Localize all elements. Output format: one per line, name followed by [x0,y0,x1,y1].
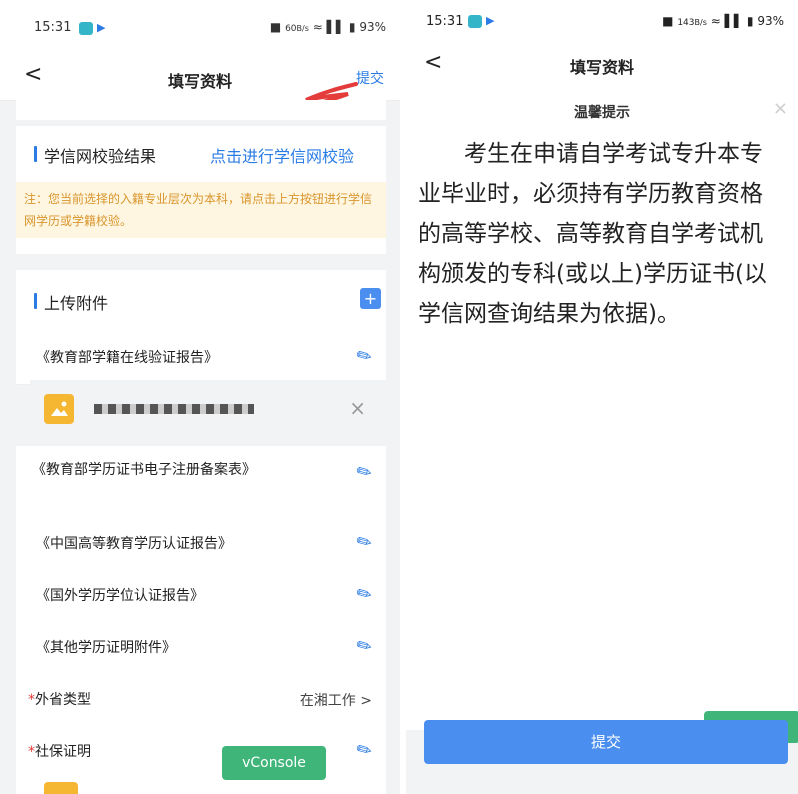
province-type-row[interactable]: *外省类型 在湘工作 > [16,674,386,727]
uploaded-file: × [30,380,386,438]
image-file-icon [44,394,74,424]
app-notification-icon [468,15,482,28]
alarm-icon: ■ [269,20,282,34]
vconsole-button[interactable]: vConsole [222,746,326,780]
xuexin-title: 学信网校验结果 [33,143,156,167]
battery-icon: ▮ [746,14,754,28]
modal-body: 考生在申请自学考试专升本专业毕业时，必须持有学历教育资格的高等学校、高等教育自学… [406,130,798,730]
left-screen: 15:31 ▶ ■ 60B/s ≈ ▌▌ ▮ 93% < 填写资料 提交 学信网… [0,0,400,794]
status-time: 15:31 [426,14,464,29]
notice-text: 考生在申请自学考试专升本专业毕业时，必须持有学历教育资格的高等学校、高等教育自学… [418,141,767,327]
attachment-label: 《教育部学籍在线验证报告》 [36,350,218,366]
remove-file-button[interactable]: × [349,396,366,420]
paperclip-icon[interactable]: ✎ [353,344,377,370]
alarm-icon: ■ [662,14,674,28]
attachment-row[interactable]: 《中国高等教育学历认证报告》 ✎ [16,518,386,571]
upload-title: 上传附件 [33,290,108,314]
filename-redacted [94,404,254,414]
battery-icon: ▮ [348,20,356,34]
signal-icon: ▌▌ [724,14,744,28]
province-type-value: 在湘工作 > [299,693,372,709]
social-insurance-label: 社保证明 [35,744,91,760]
province-type-label: 外省类型 [35,692,91,708]
app-notification-icon [79,22,93,35]
modal-title: 温馨提示 [574,105,630,121]
battery-level: 93% [359,20,386,34]
play-icon: ▶ [486,14,495,27]
battery-level: 93% [757,14,784,28]
paperclip-icon[interactable]: ✎ [353,460,377,486]
net-speed: 60 [285,24,297,34]
signal-icon: ▌▌ [326,20,346,34]
prev-section-card [16,100,386,120]
paperclip-icon[interactable]: ✎ [353,634,377,660]
wifi-icon: ≈ [710,14,721,28]
attachment-row[interactable]: 《国外学历学位认证报告》 ✎ [16,570,386,623]
status-right: ■ 143B/s ≈ ▌▌ ▮ 93% [662,14,784,28]
modal-header: 温馨提示 × [406,90,798,130]
net-speed: 143 [677,18,695,28]
nav-bar: < 填写资料 [406,44,798,90]
status-bar: 15:31 ▶ ■ 60B/s ≈ ▌▌ ▮ 93% [0,0,400,56]
wifi-icon: ≈ [312,20,323,34]
paperclip-icon[interactable]: ✎ [353,738,377,764]
attachment-label: 《其他学历证明附件》 [36,640,176,656]
notice-box: 注：您当前选择的入籍专业层次为本科，请点击上方按钮进行学信网学历或学籍校验。 [16,182,386,238]
status-bar: 15:31 ▶ ■ 143B/s ≈ ▌▌ ▮ 93% [406,0,798,44]
status-time: 15:31 [34,20,72,35]
page-title: 填写资料 [569,58,634,77]
image-file-icon [44,782,78,794]
attachment-label: 《国外学历学位认证报告》 [36,588,204,604]
attachment-row[interactable]: 《教育部学历证书电子注册备案表》 ✎ [16,446,386,519]
attachment-label: 《中国高等教育学历认证报告》 [36,536,232,552]
modal-close-button[interactable]: × [773,98,788,119]
play-icon: ▶ [97,21,106,34]
status-right: ■ 60B/s ≈ ▌▌ ▮ 93% [269,20,386,34]
submit-button[interactable]: 提交 [424,720,788,764]
attachment-label: 《教育部学历证书电子注册备案表》 [32,462,256,478]
add-attachment-button[interactable]: + [360,288,381,309]
attachment-row[interactable]: 《其他学历证明附件》 ✎ [16,622,386,675]
paperclip-icon[interactable]: ✎ [353,530,377,556]
paperclip-icon[interactable]: ✎ [353,582,377,608]
attachment-row[interactable]: 《教育部学籍在线验证报告》 ✎ [16,332,386,385]
xuexin-verify-link[interactable]: 点击进行学信网校验 [210,143,354,167]
right-screen: 15:31 ▶ ■ 143B/s ≈ ▌▌ ▮ 93% < 填写资料 温馨提示 … [406,0,798,794]
